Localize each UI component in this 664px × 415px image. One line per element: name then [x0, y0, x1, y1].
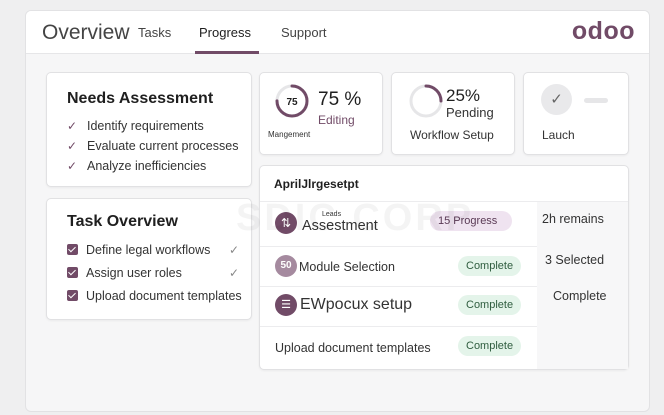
check-icon: ✓	[67, 159, 78, 173]
workflow-gauge	[409, 84, 443, 118]
launch-stat-card[interactable]: ✓ Lauch	[523, 72, 629, 155]
side-column	[537, 202, 628, 369]
list-icon: ☰	[275, 294, 297, 316]
app-window: Overview Tasks Progress Support odoo Nee…	[25, 10, 650, 412]
task-item[interactable]: Define legal workflows	[67, 241, 210, 259]
row-side-text: 2h remains	[542, 212, 604, 226]
page-title: Overview	[42, 21, 130, 44]
management-percent: 75 %	[318, 89, 362, 110]
table-heading: AprilJlrgesetpt	[274, 177, 359, 191]
task-item[interactable]: Assign user roles	[67, 264, 182, 282]
check-icon: ✓	[67, 119, 78, 133]
task-overview-title: Task Overview	[67, 213, 178, 230]
odoo-logo[interactable]: odoo	[572, 17, 635, 46]
watermark: SDIC CORP	[236, 197, 474, 240]
row-name[interactable]: EWpocux setup	[300, 296, 412, 314]
needs-assessment-title: Needs Assessment	[67, 90, 214, 107]
divider	[260, 286, 537, 287]
gauge-value: 75	[286, 97, 298, 108]
needs-item: ✓ Evaluate current processes	[67, 139, 239, 153]
active-tab-indicator	[195, 51, 259, 54]
count-badge-icon: 50	[275, 255, 297, 277]
check-circle-icon: ✓	[541, 84, 572, 115]
workflow-status: Pending	[446, 105, 494, 120]
checkbox-icon[interactable]	[67, 267, 78, 278]
workflow-label: Workflow Setup	[410, 128, 494, 142]
tab-support[interactable]: Support	[281, 25, 327, 40]
row-name[interactable]: Module Selection	[299, 260, 395, 274]
needs-assessment-card: Needs Assessment ✓ Identify requirements …	[46, 72, 252, 187]
task-item[interactable]: Upload document templates	[67, 287, 242, 305]
status-badge: Complete	[458, 256, 522, 276]
launch-label: Lauch	[542, 128, 575, 142]
row-side-text: Complete	[553, 289, 607, 303]
row-name[interactable]: Upload document templates	[275, 341, 431, 355]
tab-progress[interactable]: Progress	[199, 25, 251, 40]
checkbox-icon[interactable]	[67, 244, 78, 255]
tab-tasks[interactable]: Tasks	[138, 25, 171, 40]
management-label: Mangement	[268, 130, 311, 139]
status-badge: Complete	[458, 295, 522, 315]
checkbox-icon[interactable]	[67, 290, 78, 301]
row-side-text: 3 Selected	[545, 253, 605, 267]
status-badge: Complete	[458, 336, 522, 356]
management-gauge: 75	[275, 84, 309, 118]
placeholder-bar	[584, 98, 608, 103]
done-check-icon: ✓	[228, 266, 239, 280]
done-check-icon: ✓	[228, 243, 239, 257]
check-icon: ✓	[67, 139, 78, 153]
workflow-stat-card[interactable]: 25% Pending Workflow Setup	[391, 72, 515, 155]
divider	[260, 326, 537, 327]
workflow-percent: 25%	[446, 86, 481, 105]
tasks-table-card: AprilJlrgesetpt ⇅ Leads Assestment 15 Pr…	[259, 165, 629, 370]
management-status: Editing	[318, 113, 355, 127]
divider	[260, 246, 537, 247]
needs-item: ✓ Identify requirements	[67, 119, 204, 133]
top-bar: Overview Tasks Progress Support odoo	[26, 11, 649, 54]
task-overview-card: Task Overview Define legal workflows ✓ A…	[46, 198, 252, 320]
needs-item: ✓ Analyze inefficiencies	[67, 159, 207, 173]
management-stat-card[interactable]: 75 75 % Editing Mangement	[259, 72, 383, 155]
